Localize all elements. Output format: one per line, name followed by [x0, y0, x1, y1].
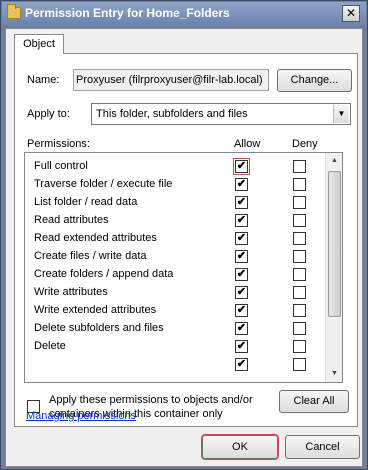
deny-checkbox[interactable] [293, 196, 306, 209]
apply-to-select[interactable]: This folder, subfolders and files ▼ [91, 103, 351, 125]
permission-label: Full control [34, 160, 88, 172]
allow-checkbox[interactable]: ✔ [235, 340, 248, 353]
deny-checkbox[interactable] [293, 304, 306, 317]
permission-label: Create folders / append data [34, 268, 174, 280]
permission-label: List folder / read data [34, 196, 138, 208]
ok-button[interactable]: OK [201, 434, 279, 460]
deny-checkbox[interactable] [293, 250, 306, 263]
allow-checkbox[interactable]: ✔ [235, 322, 248, 335]
object-tab-panel: Name: Proxyuser (filrproxyuser@filr-lab.… [14, 53, 358, 427]
allow-checkbox[interactable]: ✔ [235, 250, 248, 263]
window-title: Permission Entry for Home_Folders [25, 6, 230, 20]
permission-row[interactable]: Traverse folder / execute file ✔ [25, 176, 325, 194]
permission-label: Write attributes [34, 286, 108, 298]
permission-row[interactable]: Write extended attributes ✔ [25, 302, 325, 320]
permission-label: Traverse folder / execute file [34, 178, 173, 190]
permissions-list[interactable]: Full control ✔ Traverse folder / execute f… [24, 152, 343, 383]
permission-row[interactable]: Create files / write data ✔ [25, 248, 325, 266]
permission-row[interactable]: Delete subfolders and files ✔ [25, 320, 325, 338]
permission-label: Read attributes [34, 214, 109, 226]
name-label: Name: [27, 74, 60, 86]
apply-to-container-label-line1: Apply these permissions to objects and/o… [49, 394, 253, 406]
close-icon: ✕ [345, 6, 357, 20]
permission-label: Create files / write data [34, 250, 147, 262]
allow-checkbox[interactable]: ✔ [235, 268, 248, 281]
deny-checkbox[interactable] [293, 340, 306, 353]
permissions-header: Permissions: [27, 138, 90, 150]
permission-label: Write extended attributes [34, 304, 157, 316]
dialog-client-area: Object Name: Proxyuser (filrproxyuser@fi… [5, 28, 363, 467]
deny-checkbox[interactable] [293, 358, 306, 371]
allow-checkbox[interactable]: ✔ [235, 196, 248, 209]
scroll-up-icon[interactable]: ▲ [327, 153, 342, 169]
deny-checkbox[interactable] [293, 268, 306, 281]
permission-row[interactable]: Delete ✔ [25, 338, 325, 356]
managing-permissions-link[interactable]: Managing permissions [26, 410, 136, 422]
allow-header: Allow [234, 138, 261, 150]
deny-checkbox[interactable] [293, 178, 306, 191]
clear-all-button[interactable]: Clear All [279, 390, 349, 413]
allow-checkbox[interactable]: ✔ [235, 214, 248, 227]
scroll-down-icon[interactable]: ▼ [327, 366, 342, 382]
allow-checkbox[interactable]: ✔ [235, 358, 248, 371]
permission-row[interactable]: Read attributes ✔ [25, 212, 325, 230]
permission-label: Read extended attributes [34, 232, 157, 244]
scrollbar-thumb[interactable] [328, 171, 341, 317]
deny-checkbox[interactable] [293, 214, 306, 227]
close-button[interactable]: ✕ [342, 5, 360, 22]
permission-entry-window: Permission Entry for Home_Folders ✕ Obje… [0, 0, 368, 470]
allow-checkbox[interactable]: ✔ [233, 158, 250, 175]
allow-checkbox[interactable]: ✔ [235, 232, 248, 245]
permission-row[interactable]: Read extended attributes ✔ [25, 230, 325, 248]
permission-row[interactable]: Create folders / append data ✔ [25, 266, 325, 284]
deny-header: Deny [292, 138, 318, 150]
permissions-scrollbar[interactable]: ▲ ▼ [325, 153, 342, 382]
allow-checkbox[interactable]: ✔ [235, 286, 248, 299]
deny-checkbox[interactable] [293, 160, 306, 173]
deny-checkbox[interactable] [293, 322, 306, 335]
allow-checkbox[interactable]: ✔ [235, 304, 248, 317]
permission-label: Delete subfolders and files [34, 322, 164, 334]
chevron-down-icon[interactable]: ▼ [333, 105, 349, 123]
deny-checkbox[interactable] [293, 232, 306, 245]
apply-to-label: Apply to: [27, 108, 70, 120]
permission-label: Delete [34, 340, 66, 352]
permission-row[interactable]: ✔ [25, 356, 325, 374]
permission-row[interactable]: List folder / read data ✔ [25, 194, 325, 212]
permission-row[interactable]: Full control ✔ [25, 158, 325, 176]
apply-to-value: This folder, subfolders and files [96, 108, 248, 120]
permission-row[interactable]: Write attributes ✔ [25, 284, 325, 302]
allow-checkbox[interactable]: ✔ [235, 178, 248, 191]
deny-checkbox[interactable] [293, 286, 306, 299]
title-bar[interactable]: Permission Entry for Home_Folders ✕ [2, 2, 366, 26]
tab-object[interactable]: Object [14, 34, 64, 54]
change-button[interactable]: Change... [277, 69, 352, 92]
folder-icon [7, 4, 21, 19]
name-field: Proxyuser (filrproxyuser@filr-lab.local) [73, 69, 269, 91]
cancel-button[interactable]: Cancel [285, 435, 360, 459]
